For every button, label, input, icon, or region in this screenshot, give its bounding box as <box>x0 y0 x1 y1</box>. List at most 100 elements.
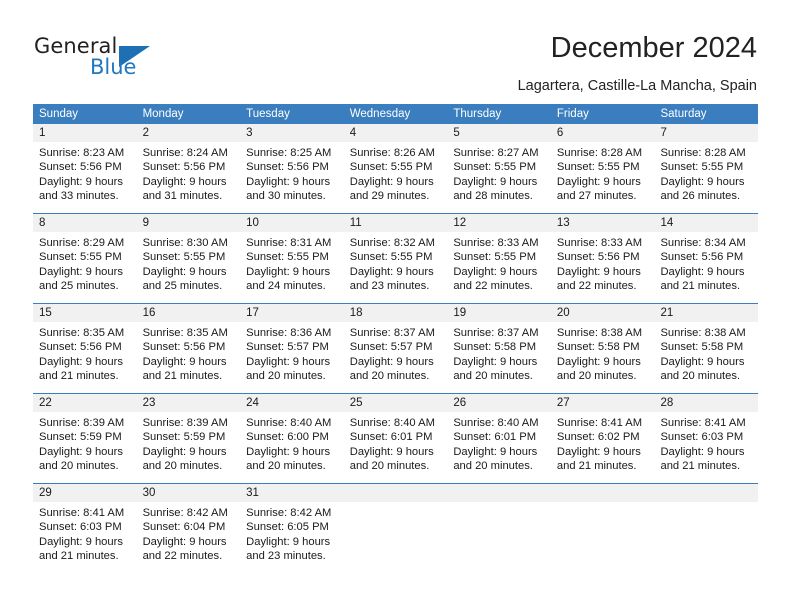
day-cell[interactable]: Sunrise: 8:32 AM Sunset: 5:55 PM Daylight:… <box>344 232 448 303</box>
day-number[interactable]: 28 <box>654 394 758 412</box>
daylight-text-line2: and 20 minutes. <box>246 370 326 383</box>
day-number[interactable]: 5 <box>447 124 551 142</box>
daylight-text-line2: and 21 minutes. <box>39 550 119 563</box>
day-number[interactable]: 14 <box>654 214 758 232</box>
day-cell[interactable]: Sunrise: 8:37 AM Sunset: 5:58 PM Daylight:… <box>447 322 551 393</box>
day-number[interactable]: 19 <box>447 304 551 322</box>
generalblue-logo[interactable]: General Blue <box>34 34 214 84</box>
day-cell[interactable]: Sunrise: 8:42 AM Sunset: 6:04 PM Daylight:… <box>137 502 241 573</box>
calendar-week-row: 29 30 31 Sunrise: 8:41 AM Sunset: 6:03 PM Day… <box>33 483 758 573</box>
day-number[interactable]: 31 <box>240 484 344 502</box>
day-cell[interactable]: Sunrise: 8:41 AM Sunset: 6:03 PM Daylight:… <box>654 412 758 483</box>
daylight-text-line1: Daylight: 9 hours <box>142 445 227 458</box>
day-number[interactable]: 29 <box>33 484 137 502</box>
day-number[interactable]: 11 <box>344 214 448 232</box>
day-cell[interactable]: Sunrise: 8:30 AM Sunset: 5:55 PM Daylight:… <box>137 232 241 303</box>
day-number[interactable]: 3 <box>240 124 344 142</box>
day-cell[interactable]: Sunrise: 8:40 AM Sunset: 6:01 PM Daylight:… <box>344 412 448 483</box>
day-number[interactable]: 21 <box>654 304 758 322</box>
day-number[interactable]: 2 <box>137 124 241 142</box>
day-number[interactable]: 10 <box>240 214 344 232</box>
day-cell[interactable]: Sunrise: 8:28 AM Sunset: 5:55 PM Daylight:… <box>551 142 655 213</box>
day-cell[interactable]: Sunrise: 8:29 AM Sunset: 5:55 PM Daylight:… <box>33 232 137 303</box>
sunset-text: Sunset: 5:55 PM <box>39 251 122 264</box>
day-number[interactable]: 9 <box>137 214 241 232</box>
day-number[interactable]: 12 <box>447 214 551 232</box>
daylight-text-line2: and 22 minutes. <box>142 550 223 563</box>
day-number[interactable]: 4 <box>344 124 448 142</box>
daylight-text-line2: and 25 minutes. <box>142 280 223 293</box>
day-cell[interactable]: Sunrise: 8:33 AM Sunset: 5:55 PM Daylight:… <box>447 232 551 303</box>
day-cell[interactable]: Sunrise: 8:25 AM Sunset: 5:56 PM Daylight:… <box>240 142 344 213</box>
sunset-text: Sunset: 6:03 PM <box>39 521 122 534</box>
sunrise-text: Sunrise: 8:38 AM <box>556 327 643 339</box>
daylight-text-line1: Daylight: 9 hours <box>142 535 227 548</box>
sunset-text: Sunset: 5:56 PM <box>39 341 122 354</box>
sunset-text: Sunset: 5:59 PM <box>142 431 226 444</box>
day-number[interactable]: 18 <box>344 304 448 322</box>
day-cell[interactable]: Sunrise: 8:26 AM Sunset: 5:55 PM Daylight:… <box>344 142 448 213</box>
day-number[interactable]: 8 <box>33 214 137 232</box>
day-number[interactable]: 16 <box>137 304 241 322</box>
day-number[interactable]: 26 <box>447 394 551 412</box>
day-number[interactable]: 1 <box>33 124 137 142</box>
day-cell-empty <box>551 502 655 573</box>
day-cell[interactable]: Sunrise: 8:40 AM Sunset: 6:01 PM Daylight:… <box>447 412 551 483</box>
day-number[interactable]: 23 <box>137 394 241 412</box>
sunset-text: Sunset: 5:58 PM <box>556 341 640 354</box>
day-number[interactable]: 27 <box>551 394 655 412</box>
day-cell[interactable]: Sunrise: 8:41 AM Sunset: 6:02 PM Daylight:… <box>551 412 655 483</box>
daylight-text-line2: and 21 minutes. <box>142 370 223 383</box>
daylight-text-line1: Daylight: 9 hours <box>246 445 331 458</box>
calendar-page: General Blue December 2024 Lagartera, Ca… <box>0 0 792 612</box>
sunset-text: Sunset: 6:04 PM <box>142 521 226 534</box>
day-cell[interactable]: Sunrise: 8:35 AM Sunset: 5:56 PM Daylight:… <box>137 322 241 393</box>
daylight-text-line2: and 25 minutes. <box>39 280 119 293</box>
day-number[interactable]: 25 <box>344 394 448 412</box>
day-cell[interactable]: Sunrise: 8:27 AM Sunset: 5:55 PM Daylight:… <box>447 142 551 213</box>
day-number[interactable]: 15 <box>33 304 137 322</box>
daylight-text-line2: and 23 minutes. <box>349 280 430 293</box>
day-cell[interactable]: Sunrise: 8:42 AM Sunset: 6:05 PM Daylight:… <box>240 502 344 573</box>
day-cell[interactable]: Sunrise: 8:24 AM Sunset: 5:56 PM Daylight:… <box>137 142 241 213</box>
day-number[interactable]: 30 <box>137 484 241 502</box>
sunrise-text: Sunrise: 8:39 AM <box>142 417 228 429</box>
day-number[interactable]: 17 <box>240 304 344 322</box>
weekday-header-tuesday: Tuesday <box>246 108 290 120</box>
daylight-text-line1: Daylight: 9 hours <box>142 265 227 278</box>
day-cell[interactable]: Sunrise: 8:39 AM Sunset: 5:59 PM Daylight:… <box>33 412 137 483</box>
day-cell[interactable]: Sunrise: 8:33 AM Sunset: 5:56 PM Daylight:… <box>551 232 655 303</box>
sunrise-text: Sunrise: 8:41 AM <box>660 417 746 429</box>
sunset-text: Sunset: 5:58 PM <box>453 341 537 354</box>
day-cell[interactable]: Sunrise: 8:36 AM Sunset: 5:57 PM Daylight:… <box>240 322 344 393</box>
day-cell[interactable]: Sunrise: 8:38 AM Sunset: 5:58 PM Daylight:… <box>551 322 655 393</box>
day-cell[interactable]: Sunrise: 8:34 AM Sunset: 5:56 PM Daylight:… <box>654 232 758 303</box>
sunset-text: Sunset: 5:56 PM <box>142 161 226 174</box>
daylight-text-line1: Daylight: 9 hours <box>349 445 434 458</box>
day-number[interactable]: 24 <box>240 394 344 412</box>
calendar-week-row: 1 2 3 4 5 6 7 Sunrise: 8:23 AM Sunset: 5:56 PM Da… <box>33 124 758 213</box>
daylight-text-line2: and 21 minutes. <box>556 460 637 473</box>
day-number[interactable]: 20 <box>551 304 655 322</box>
day-cell[interactable]: Sunrise: 8:37 AM Sunset: 5:57 PM Daylight:… <box>344 322 448 393</box>
day-cell[interactable]: Sunrise: 8:41 AM Sunset: 6:03 PM Daylight:… <box>33 502 137 573</box>
day-cell[interactable]: Sunrise: 8:28 AM Sunset: 5:55 PM Daylight:… <box>654 142 758 213</box>
day-cell[interactable]: Sunrise: 8:35 AM Sunset: 5:56 PM Daylight:… <box>33 322 137 393</box>
day-number[interactable]: 7 <box>654 124 758 142</box>
sunrise-text: Sunrise: 8:37 AM <box>349 327 435 339</box>
day-number[interactable]: 6 <box>551 124 655 142</box>
day-number[interactable]: 13 <box>551 214 655 232</box>
day-number[interactable]: 22 <box>33 394 137 412</box>
sunrise-text: Sunrise: 8:41 AM <box>556 417 643 429</box>
day-cell[interactable]: Sunrise: 8:23 AM Sunset: 5:56 PM Daylight:… <box>33 142 137 213</box>
day-cell[interactable]: Sunrise: 8:39 AM Sunset: 5:59 PM Daylight:… <box>137 412 241 483</box>
daylight-text-line2: and 28 minutes. <box>453 190 533 203</box>
day-cell[interactable]: Sunrise: 8:38 AM Sunset: 5:58 PM Daylight:… <box>654 322 758 393</box>
day-cell[interactable]: Sunrise: 8:31 AM Sunset: 5:55 PM Daylight:… <box>240 232 344 303</box>
sunrise-text: Sunrise: 8:37 AM <box>453 327 539 339</box>
week-daynumber-band: 22 23 24 25 26 27 28 <box>33 394 758 412</box>
daylight-text-line2: and 22 minutes. <box>453 280 533 293</box>
daylight-text-line1: Daylight: 9 hours <box>246 175 331 188</box>
daylight-text-line1: Daylight: 9 hours <box>556 175 641 188</box>
day-cell[interactable]: Sunrise: 8:40 AM Sunset: 6:00 PM Daylight:… <box>240 412 344 483</box>
